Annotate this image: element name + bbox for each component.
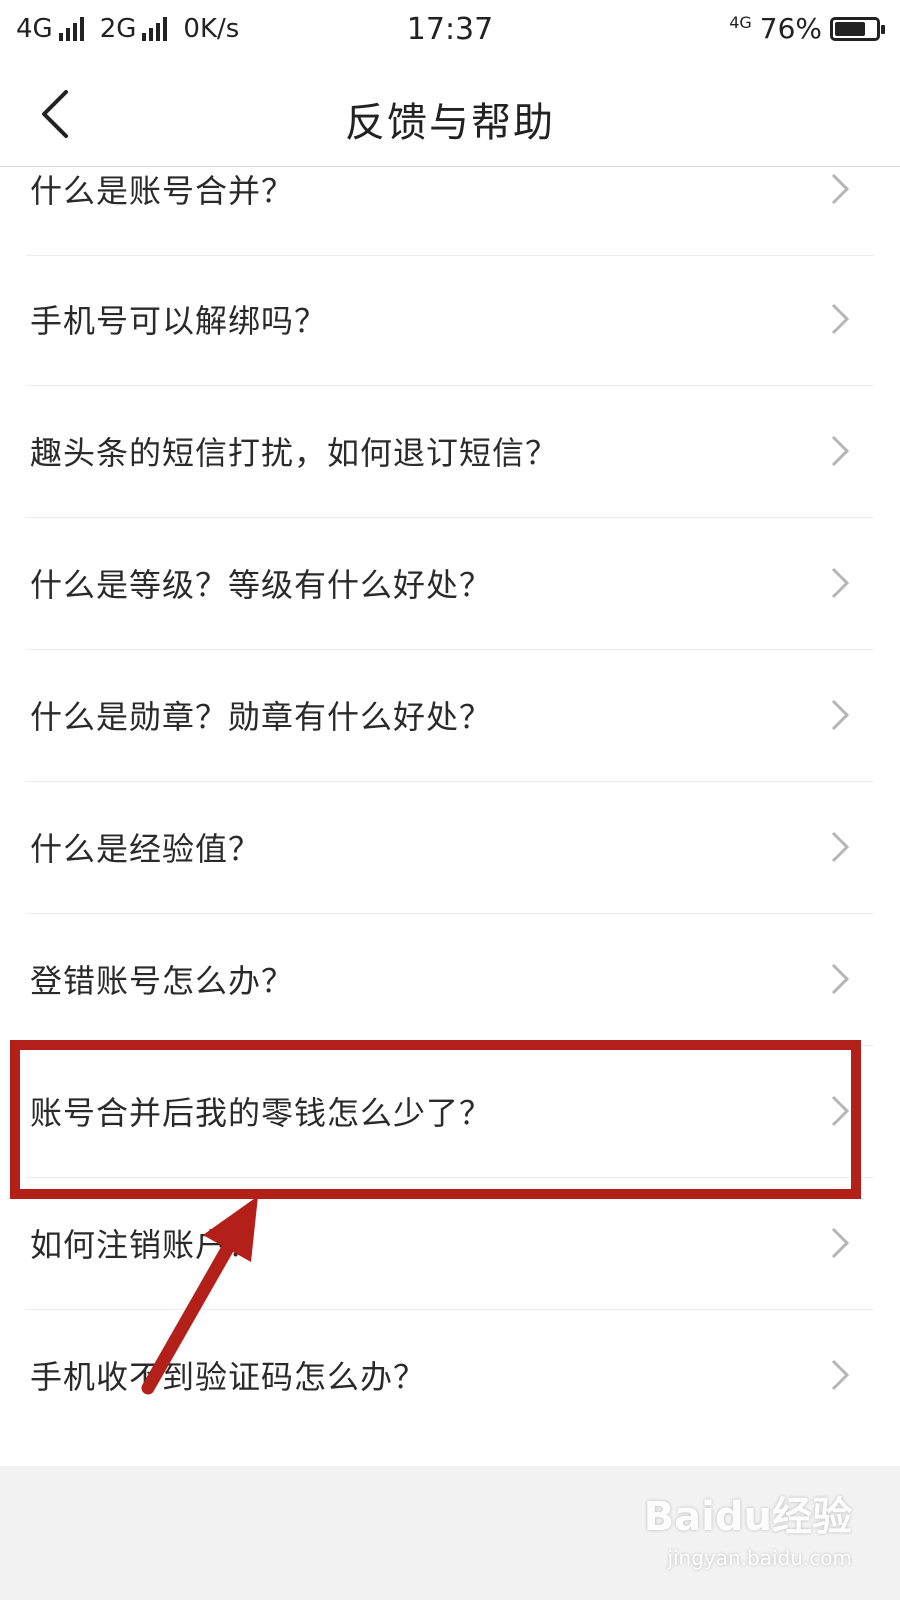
watermark-logo: Baidu经验: [643, 1494, 852, 1540]
chevron-right-icon: [831, 303, 850, 335]
faq-item-label: 什么是账号合并？: [30, 172, 295, 210]
faq-item-label: 趣头条的短信打扰，如何退订短信？: [30, 434, 559, 472]
status-bar: 4G 2G 0K/s 17:37 4G 76%: [0, 0, 900, 64]
faq-item-label: 手机号可以解绑吗？: [30, 302, 328, 340]
chevron-right-icon: [831, 567, 850, 599]
faq-item[interactable]: 如何注销账户？: [0, 1176, 900, 1310]
faq-item-label: 账号合并后我的零钱怎么少了？: [30, 1094, 493, 1132]
faq-item[interactable]: 手机收不到验证码怎么办？: [0, 1308, 900, 1442]
chevron-right-icon: [831, 435, 850, 467]
battery-percent: 76%: [759, 12, 822, 45]
chevron-right-icon: [831, 173, 850, 205]
page-title: 反馈与帮助: [345, 100, 555, 146]
faq-item-label: 手机收不到验证码怎么办？: [30, 1358, 427, 1396]
chevron-right-icon: [831, 963, 850, 995]
faq-item[interactable]: 趣头条的短信打扰，如何退订短信？: [0, 384, 900, 518]
chevron-right-icon: [831, 1227, 850, 1259]
chevron-right-icon: [831, 1359, 850, 1391]
faq-item-label: 如何注销账户？: [30, 1226, 262, 1264]
faq-item[interactable]: 账号合并后我的零钱怎么少了？: [0, 1044, 900, 1178]
faq-item-label: 什么是勋章？勋章有什么好处？: [30, 698, 493, 736]
chevron-right-icon: [831, 1095, 850, 1127]
network-small-label: 4G: [729, 12, 752, 32]
faq-item[interactable]: 登错账号怎么办？: [0, 912, 900, 1046]
watermark: Baidu经验 jingyan.baidu.com: [644, 1484, 852, 1570]
faq-item-label: 登错账号怎么办？: [30, 962, 295, 1000]
chevron-right-icon: [831, 831, 850, 863]
faq-item[interactable]: 什么是勋章？勋章有什么好处？: [0, 648, 900, 782]
faq-list: 什么是账号合并？ 手机号可以解绑吗？ 趣头条的短信打扰，如何退订短信？ 什么是等…: [0, 167, 900, 1466]
watermark-url: jingyan.baidu.com: [667, 1546, 852, 1570]
faq-item[interactable]: 手机号可以解绑吗？: [0, 252, 900, 386]
faq-item[interactable]: 什么是经验值？: [0, 780, 900, 914]
battery-fill: [835, 21, 866, 36]
faq-item[interactable]: 什么是账号合并？: [0, 167, 900, 256]
faq-item-label: 什么是等级？等级有什么好处？: [30, 566, 493, 604]
faq-item-label: 什么是经验值？: [30, 830, 262, 868]
faq-item[interactable]: 什么是等级？等级有什么好处？: [0, 516, 900, 650]
status-right: 4G 76%: [729, 12, 886, 45]
chevron-right-icon: [831, 699, 850, 731]
nav-bar: 反馈与帮助: [0, 64, 900, 167]
battery-icon: [830, 16, 885, 41]
